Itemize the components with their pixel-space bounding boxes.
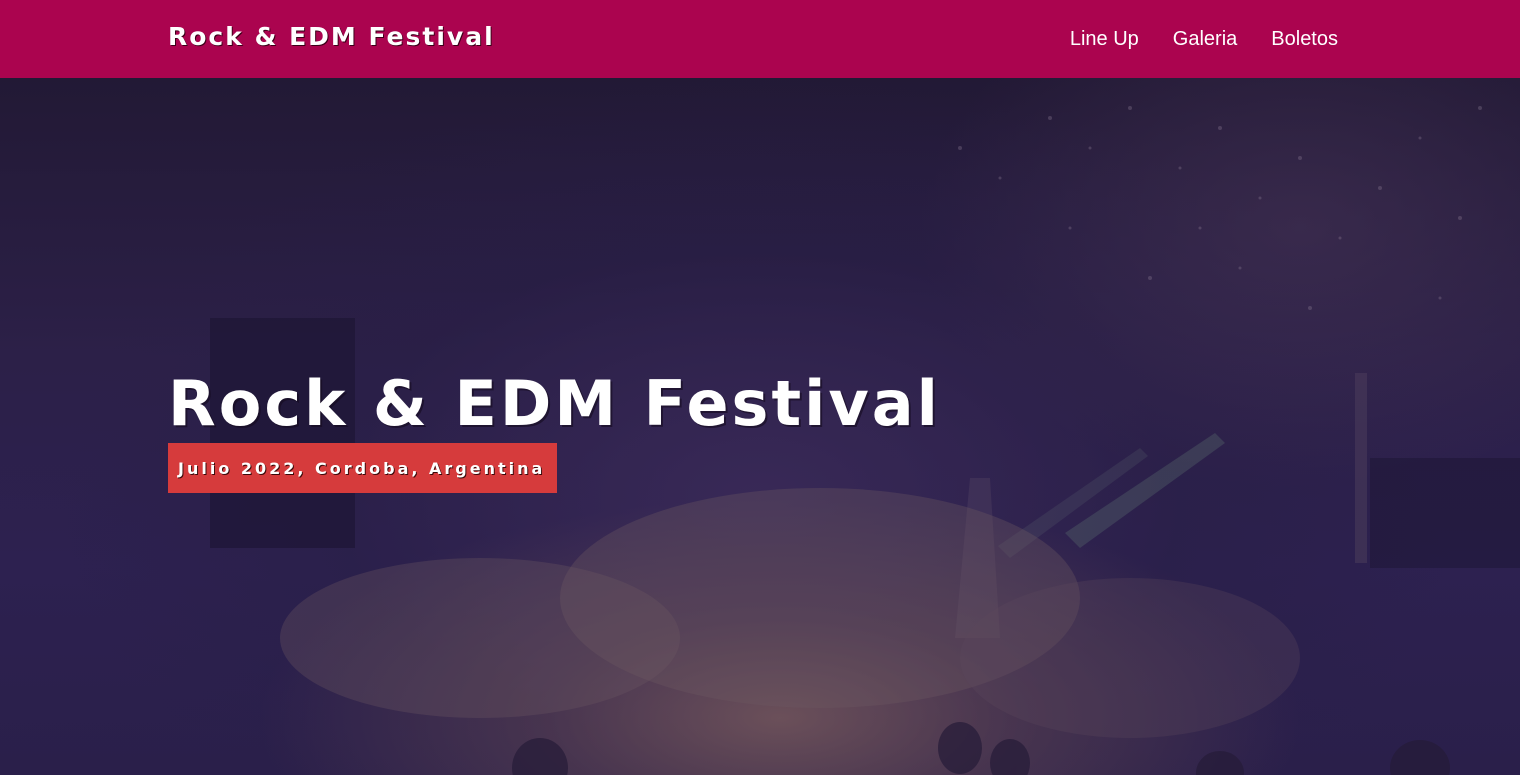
nav-link-line-up[interactable]: Line Up — [1070, 28, 1139, 51]
stage-tower-right — [1355, 373, 1367, 563]
site-logo[interactable]: Rock & EDM Festival — [168, 22, 495, 51]
hero-date-badge: Julio 2022, Cordoba, Argentina — [168, 443, 558, 493]
hero-title: Rock & EDM Festival — [168, 367, 941, 440]
nav-link-boletos[interactable]: Boletos — [1271, 28, 1338, 51]
nav-link-galeria[interactable]: Galeria — [1173, 28, 1237, 51]
crowd — [512, 722, 1450, 775]
fog — [960, 578, 1300, 738]
confetti — [958, 106, 1482, 310]
stage-screen-right — [1370, 458, 1520, 568]
site-header: Rock & EDM Festival Line Up Galeria Bole… — [0, 0, 1520, 78]
main-nav: Line Up Galeria Boletos — [1070, 0, 1338, 78]
hero-subtitle: Julio 2022, Cordoba, Argentina — [178, 458, 546, 478]
hero-section: Rock & EDM Festival Julio 2022, Cordoba,… — [0, 78, 1520, 775]
